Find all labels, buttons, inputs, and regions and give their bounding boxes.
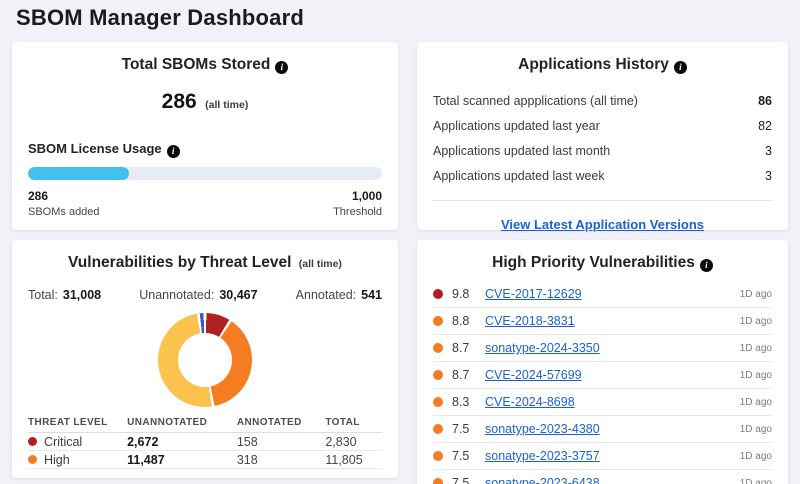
severity-dot-icon — [433, 343, 443, 353]
license-usage-label: SBOM License Usagei — [28, 141, 382, 158]
info-icon[interactable]: i — [674, 61, 687, 74]
age-badge: 1D ago — [740, 397, 772, 408]
vulnerability-list-item: 8.3 CVE-2024-8698 1D ago — [433, 389, 772, 416]
cvss-score: 9.8 — [452, 287, 476, 301]
apps-row-value: 86 — [758, 94, 772, 108]
apps-history-row: Total scanned appplications (all time) 8… — [433, 88, 772, 113]
apps-history-row: Applications updated last week 3 — [433, 163, 772, 188]
view-latest-application-versions-link[interactable]: View Latest Application Versions — [501, 217, 704, 232]
age-badge: 1D ago — [740, 370, 772, 381]
threat-level-table-header: THREAT LEVEL UNANNOTATED ANNOTATED TOTAL — [28, 414, 382, 433]
vulnerability-link[interactable]: sonatype-2023-6438 — [485, 476, 731, 484]
annotated-stat: Annotated:541 — [296, 288, 382, 302]
vulnerability-link[interactable]: CVE-2017-12629 — [485, 287, 731, 301]
age-badge: 1D ago — [740, 316, 772, 327]
license-usage-fill — [28, 167, 129, 180]
vulnerability-list-item: 8.7 CVE-2024-57699 1D ago — [433, 362, 772, 389]
vulnerability-list-item: 7.5 sonatype-2023-6438 1D ago — [433, 470, 772, 484]
sboms-added-label: SBOMs added — [28, 206, 100, 218]
cvss-score: 7.5 — [452, 449, 476, 463]
severity-dot-icon — [433, 478, 443, 484]
vulnerability-list-item: 7.5 sonatype-2023-4380 1D ago — [433, 416, 772, 443]
info-icon[interactable]: i — [275, 61, 288, 74]
threat-level-table: THREAT LEVEL UNANNOTATED ANNOTATED TOTAL… — [28, 414, 382, 469]
apps-row-value: 3 — [765, 144, 772, 158]
total-sboms-value-row: 286 (all time) — [28, 90, 382, 114]
vulnerability-link[interactable]: CVE-2024-57699 — [485, 368, 731, 382]
info-icon[interactable]: i — [700, 259, 713, 272]
critical-dot-icon — [28, 437, 37, 446]
severity-dot-icon — [433, 370, 443, 380]
vulnerability-link[interactable]: sonatype-2023-4380 — [485, 422, 731, 436]
age-badge: 1D ago — [740, 424, 772, 435]
sboms-added-value: 286 — [28, 189, 48, 203]
high-dot-icon — [28, 455, 37, 464]
vulnerability-link[interactable]: CVE-2018-3831 — [485, 314, 731, 328]
age-badge: 1D ago — [740, 289, 772, 300]
vulnerabilities-title-suffix: (all time) — [299, 258, 342, 270]
severity-dot-icon — [433, 289, 443, 299]
threshold-label: Threshold — [333, 206, 382, 218]
applications-history-title: Applications Historyi — [433, 56, 772, 74]
age-badge: 1D ago — [740, 478, 772, 484]
total-sboms-title: Total SBOMs Storedi — [28, 56, 382, 74]
page-title: SBOM Manager Dashboard — [16, 5, 304, 31]
vulnerabilities-title: Vulnerabilities by Threat Level (all tim… — [28, 254, 382, 272]
threshold-value: 1,000 — [352, 189, 382, 203]
vulnerability-list-item: 8.8 CVE-2018-3831 1D ago — [433, 308, 772, 335]
apps-row-label: Total scanned appplications (all time) — [433, 94, 638, 108]
table-row-critical: Critical 2,672 158 2,830 — [28, 433, 382, 451]
cvss-score: 7.5 — [452, 476, 476, 484]
apps-row-label: Applications updated last month — [433, 144, 610, 158]
age-badge: 1D ago — [740, 451, 772, 462]
apps-history-row: Applications updated last year 82 — [433, 113, 772, 138]
cvss-score: 8.3 — [452, 395, 476, 409]
table-row-high: High 11,487 318 11,805 — [28, 451, 382, 469]
vulnerabilities-by-threat-level-card: Vulnerabilities by Threat Level (all tim… — [12, 240, 398, 478]
info-icon[interactable]: i — [167, 145, 180, 158]
vulnerability-link[interactable]: sonatype-2023-3757 — [485, 449, 731, 463]
severity-dot-icon — [433, 451, 443, 461]
vulnerability-link[interactable]: sonatype-2024-3350 — [485, 341, 731, 355]
applications-history-card: Applications Historyi Total scanned appp… — [417, 42, 788, 230]
vulnerability-list-item: 9.8 CVE-2017-12629 1D ago — [433, 281, 772, 308]
high-priority-title: High Priority Vulnerabilitiesi — [433, 254, 772, 272]
total-sboms-value: 286 — [162, 90, 197, 113]
unannotated-stat: Unannotated:30,467 — [139, 288, 257, 302]
apps-row-value: 82 — [758, 119, 772, 133]
high-priority-vulnerabilities-card: High Priority Vulnerabilitiesi 9.8 CVE-2… — [417, 240, 788, 484]
severity-dot-icon — [433, 424, 443, 434]
vulnerability-list-item: 8.7 sonatype-2024-3350 1D ago — [433, 335, 772, 362]
apps-row-label: Applications updated last year — [433, 119, 600, 133]
dashboard-page: SBOM Manager Dashboard Total SBOMs Store… — [0, 0, 800, 484]
total-stat: Total:31,008 — [28, 288, 101, 302]
severity-dot-icon — [433, 316, 443, 326]
vulnerability-list-item: 7.5 sonatype-2023-3757 1D ago — [433, 443, 772, 470]
threat-donut-chart[interactable] — [158, 313, 252, 407]
cvss-score: 7.5 — [452, 422, 476, 436]
cvss-score: 8.7 — [452, 368, 476, 382]
total-sboms-value-suffix: (all time) — [205, 99, 248, 111]
high-priority-list: 9.8 CVE-2017-12629 1D ago 8.8 CVE-2018-3… — [433, 281, 772, 484]
apps-row-value: 3 — [765, 169, 772, 183]
vulnerability-link[interactable]: CVE-2024-8698 — [485, 395, 731, 409]
cvss-score: 8.7 — [452, 341, 476, 355]
cvss-score: 8.8 — [452, 314, 476, 328]
total-sboms-card: Total SBOMs Storedi 286 (all time) SBOM … — [12, 42, 398, 230]
age-badge: 1D ago — [740, 343, 772, 354]
apps-history-row: Applications updated last month 3 — [433, 138, 772, 163]
divider — [433, 200, 772, 201]
apps-row-label: Applications updated last week — [433, 169, 605, 183]
license-usage-bar — [28, 167, 382, 180]
severity-dot-icon — [433, 397, 443, 407]
